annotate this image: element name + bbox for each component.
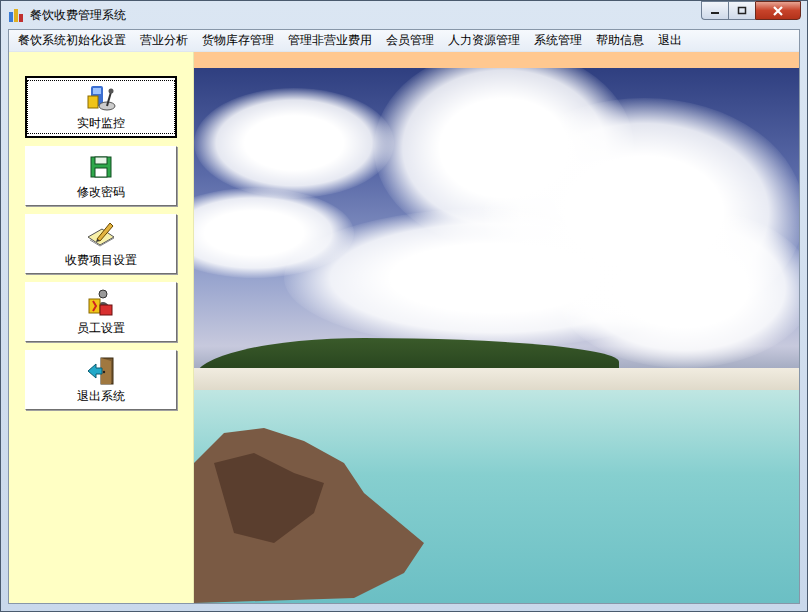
- sidebar-button[interactable]: 收费项目设置: [25, 214, 177, 274]
- sidebar: 实时监控修改密码收费项目设置员工设置退出系统: [9, 52, 194, 603]
- close-icon: [772, 6, 784, 16]
- menu-item[interactable]: 管理非营业费用: [281, 30, 379, 51]
- app-window: 餐饮收费管理系统餐饮系统初始化设置营业分析货物库存管理管理非营业费用会员管理人力…: [0, 0, 808, 612]
- sidebar-button[interactable]: 修改密码: [25, 146, 177, 206]
- app-icon: [8, 7, 24, 23]
- close-button[interactable]: [755, 1, 801, 20]
- floppy-disk-icon: [85, 151, 117, 183]
- edit-icon: [85, 219, 117, 251]
- button-label: 退出系统: [77, 388, 125, 405]
- content-area: [194, 52, 799, 603]
- menu-item[interactable]: 人力资源管理: [441, 30, 527, 51]
- header-strip: [194, 52, 799, 68]
- menu-item[interactable]: 帮助信息: [589, 30, 651, 51]
- sidebar-button[interactable]: 退出系统: [25, 350, 177, 410]
- button-content: 收费项目设置: [28, 218, 174, 270]
- window-controls: [701, 1, 801, 20]
- staff-icon: [85, 287, 117, 319]
- maximize-button[interactable]: [728, 1, 755, 20]
- menu-item[interactable]: 餐饮系统初始化设置: [11, 30, 133, 51]
- button-label: 实时监控: [77, 115, 125, 132]
- minimize-button[interactable]: [701, 1, 728, 20]
- window-title: 餐饮收费管理系统: [30, 7, 701, 24]
- rock: [194, 423, 434, 603]
- menu-bar: 餐饮系统初始化设置营业分析货物库存管理管理非营业费用会员管理人力资源管理系统管理…: [9, 30, 799, 52]
- sidebar-button[interactable]: 实时监控: [25, 76, 177, 138]
- button-content: 修改密码: [28, 150, 174, 202]
- menu-item[interactable]: 货物库存管理: [195, 30, 281, 51]
- button-content: 实时监控: [28, 81, 174, 133]
- menu-item[interactable]: 系统管理: [527, 30, 589, 51]
- menu-item[interactable]: 会员管理: [379, 30, 441, 51]
- main-area: 实时监控修改密码收费项目设置员工设置退出系统: [9, 52, 799, 603]
- menu-item[interactable]: 退出: [651, 30, 689, 51]
- cloud: [194, 88, 394, 198]
- button-label: 收费项目设置: [65, 252, 137, 269]
- button-label: 员工设置: [77, 320, 125, 337]
- title-bar: 餐饮收费管理系统: [1, 1, 807, 29]
- button-content: 员工设置: [28, 286, 174, 338]
- menu-item[interactable]: 营业分析: [133, 30, 195, 51]
- background-photo: [194, 68, 799, 603]
- client-area: 餐饮系统初始化设置营业分析货物库存管理管理非营业费用会员管理人力资源管理系统管理…: [8, 29, 800, 604]
- minimize-icon: [710, 7, 720, 15]
- button-label: 修改密码: [77, 184, 125, 201]
- exit-door-icon: [85, 355, 117, 387]
- monitor-icon: [85, 82, 117, 114]
- button-content: 退出系统: [28, 354, 174, 406]
- maximize-icon: [737, 6, 747, 15]
- cloud: [554, 208, 799, 368]
- sidebar-button[interactable]: 员工设置: [25, 282, 177, 342]
